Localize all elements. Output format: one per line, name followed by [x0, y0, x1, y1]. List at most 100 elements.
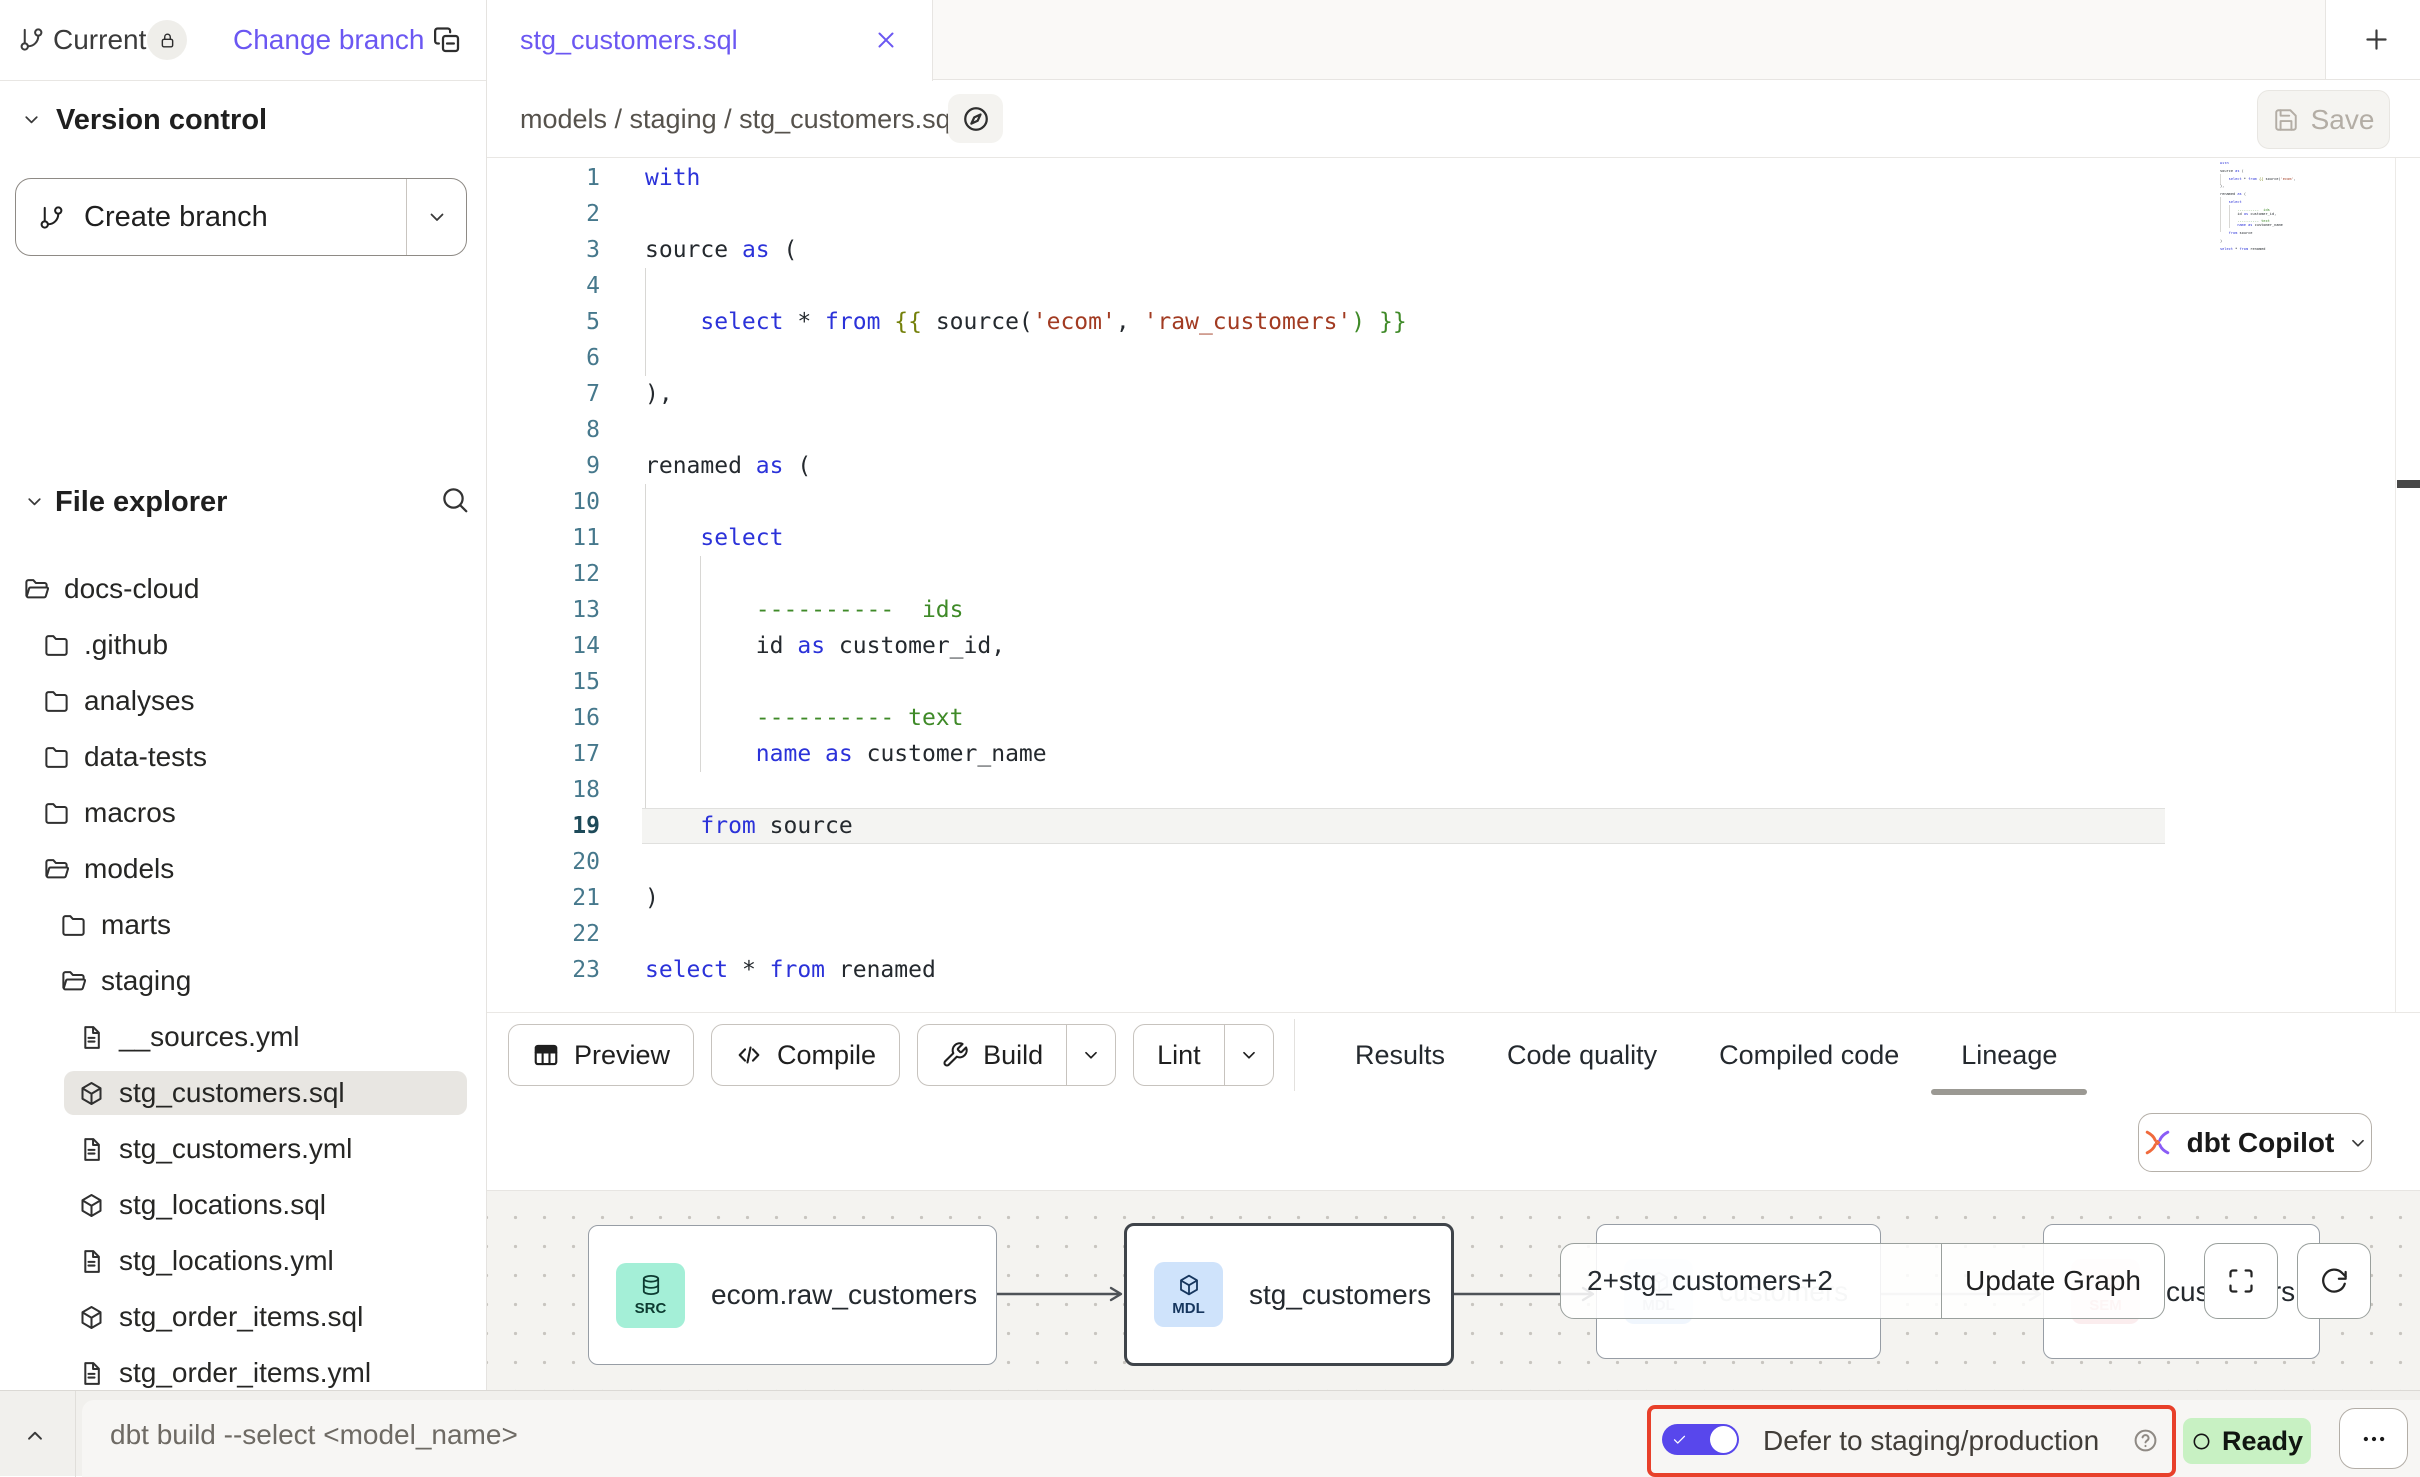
- code-line[interactable]: select * from renamed: [600, 952, 2420, 988]
- lineage-node-source[interactable]: SRC ecom.raw_customers: [588, 1225, 997, 1365]
- tab-lineage[interactable]: Lineage: [1931, 1013, 2087, 1097]
- close-icon[interactable]: [873, 27, 899, 53]
- search-icon[interactable]: [440, 485, 470, 515]
- tree-item-macros[interactable]: macros: [0, 785, 486, 841]
- lint-button[interactable]: Lint: [1133, 1024, 1274, 1086]
- tree-item-.github[interactable]: .github: [0, 617, 486, 673]
- tree-item-label: stg_locations.sql: [119, 1189, 326, 1221]
- code-line[interactable]: ---------- text: [600, 700, 2420, 736]
- code-line[interactable]: [600, 664, 2420, 700]
- code-line[interactable]: source as (: [600, 232, 2420, 268]
- branch-lock-badge: [147, 20, 187, 60]
- code-editor[interactable]: with source as ( select * from {{ source(…: [487, 158, 2420, 1012]
- tree-item-models[interactable]: models: [0, 841, 486, 897]
- tree-item-docs-cloud[interactable]: docs-cloud: [0, 561, 486, 617]
- indent-guide: [645, 556, 646, 592]
- code-line[interactable]: ---------- ids: [600, 592, 2420, 628]
- preview-button[interactable]: Preview: [508, 1024, 694, 1086]
- build-dropdown[interactable]: [1066, 1025, 1115, 1085]
- circle-icon: [2191, 1431, 2212, 1452]
- plus-icon[interactable]: [2362, 25, 2391, 54]
- tab-results[interactable]: Results: [1325, 1013, 1475, 1097]
- code-line[interactable]: [600, 556, 2420, 592]
- code-line[interactable]: [600, 340, 2420, 376]
- create-branch-dropdown[interactable]: [406, 179, 466, 255]
- create-branch-button[interactable]: Create branch: [15, 178, 467, 256]
- code-line[interactable]: name as customer_name: [600, 736, 2420, 772]
- tree-item-data-tests[interactable]: data-tests: [0, 729, 486, 785]
- tree-item-label: models: [84, 853, 174, 885]
- chevron-down-icon[interactable]: [23, 490, 46, 513]
- more-options-button[interactable]: [2339, 1408, 2408, 1469]
- code-line[interactable]: [600, 484, 2420, 520]
- tree-item-stg_order_items.sql[interactable]: stg_order_items.sql: [0, 1289, 486, 1345]
- code-line[interactable]: [600, 844, 2420, 880]
- table-icon: [532, 1041, 560, 1069]
- lineage-fullscreen-button[interactable]: [2204, 1243, 2278, 1319]
- chevron-down-icon[interactable]: [20, 108, 43, 131]
- code-line[interactable]: ): [600, 880, 2420, 916]
- code-line[interactable]: from source: [600, 808, 2420, 844]
- chevron-up-icon[interactable]: [22, 1423, 48, 1449]
- copy-icon[interactable]: [432, 25, 462, 55]
- build-button[interactable]: Build: [917, 1024, 1116, 1086]
- tab-stg-customers-sql[interactable]: stg_customers.sql: [487, 0, 933, 81]
- lint-dropdown[interactable]: [1224, 1025, 1273, 1085]
- code-line[interactable]: [600, 268, 2420, 304]
- compile-button[interactable]: Compile: [711, 1024, 900, 1086]
- code-line[interactable]: [600, 772, 2420, 808]
- lineage-selector-bar: 2+stg_customers+2 Update Graph: [1560, 1243, 2165, 1319]
- code-line[interactable]: ),: [600, 376, 2420, 412]
- code-line[interactable]: [600, 412, 2420, 448]
- save-button[interactable]: Save: [2257, 90, 2390, 149]
- copilot-dial-button[interactable]: [948, 94, 1003, 143]
- tree-item-stg_locations.yml[interactable]: stg_locations.yml: [0, 1233, 486, 1289]
- code-line[interactable]: select * from {{ source('ecom', 'raw_cus…: [600, 304, 2420, 340]
- lineage-node-model-selected[interactable]: MDL stg_customers: [1124, 1223, 1454, 1366]
- line-number: 9: [487, 448, 600, 484]
- tree-item-label: analyses: [84, 685, 195, 717]
- tree-item-stg_locations.sql[interactable]: stg_locations.sql: [0, 1177, 486, 1233]
- compass-icon: [961, 104, 991, 134]
- code-line[interactable]: renamed as (: [600, 448, 2420, 484]
- tree-item-stg_customers.sql[interactable]: stg_customers.sql: [0, 1065, 486, 1121]
- code-line[interactable]: [600, 916, 2420, 952]
- code-line[interactable]: [600, 196, 2420, 232]
- change-branch-link[interactable]: Change branch: [233, 0, 424, 80]
- tab-compiled-code[interactable]: Compiled code: [1689, 1013, 1929, 1097]
- main-area: stg_customers.sql models / staging / stg…: [487, 0, 2420, 1390]
- line-number: 3: [487, 232, 600, 268]
- cube-icon: [78, 1080, 105, 1107]
- help-icon[interactable]: [2132, 1427, 2159, 1454]
- tree-item-label: marts: [101, 909, 171, 941]
- toggle-knob: [1710, 1426, 1737, 1453]
- folder-open-icon: [23, 576, 50, 603]
- indent-guide: [645, 736, 646, 772]
- command-input[interactable]: [108, 1413, 1212, 1457]
- tree-item-label: stg_customers.sql: [119, 1077, 345, 1109]
- dbt-copilot-button[interactable]: dbt Copilot: [2138, 1113, 2372, 1172]
- tab-code-quality[interactable]: Code quality: [1477, 1013, 1687, 1097]
- line-number: 17: [487, 736, 600, 772]
- lineage-refresh-button[interactable]: [2297, 1243, 2371, 1319]
- tree-item-__sources.yml[interactable]: __sources.yml: [0, 1009, 486, 1065]
- tree-item-staging[interactable]: staging: [0, 953, 486, 1009]
- create-branch-label: Create branch: [84, 201, 268, 234]
- update-graph-button[interactable]: Update Graph: [1942, 1244, 2164, 1318]
- defer-toggle[interactable]: [1662, 1424, 1739, 1455]
- save-label: Save: [2311, 104, 2375, 136]
- code-line[interactable]: with: [600, 160, 2420, 196]
- code-line[interactable]: select: [600, 520, 2420, 556]
- lineage-selector-input[interactable]: 2+stg_customers+2: [1561, 1244, 1942, 1318]
- folder-icon: [43, 688, 70, 715]
- code-line[interactable]: id as customer_id,: [600, 628, 2420, 664]
- tree-item-marts[interactable]: marts: [0, 897, 486, 953]
- dots-icon: [2359, 1424, 2389, 1454]
- tree-item-analyses[interactable]: analyses: [0, 673, 486, 729]
- indent-guide: [700, 628, 701, 664]
- branch-header: Current Change branch: [0, 0, 486, 81]
- create-branch-main[interactable]: Create branch: [16, 179, 406, 255]
- indent-guide: [700, 736, 701, 772]
- lineage-canvas[interactable]: SRC ecom.raw_customers MDL stg_customers…: [487, 1190, 2420, 1390]
- tree-item-stg_customers.yml[interactable]: stg_customers.yml: [0, 1121, 486, 1177]
